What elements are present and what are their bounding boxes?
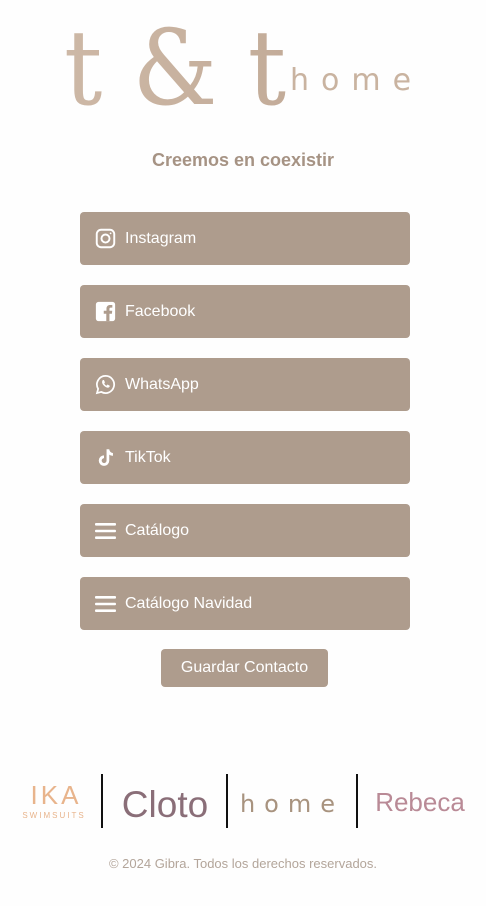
brand-ika-name: IKA	[31, 780, 82, 810]
page: t & t home Creemos en coexistir Instagra…	[0, 0, 486, 906]
brand-home: home	[240, 790, 344, 818]
menu-icon	[94, 520, 116, 542]
logo-mark: t & t	[64, 10, 286, 120]
brand-strip: IKA SWIMSUITS Cloto home Rebeca	[22, 774, 465, 828]
logo-word: home	[290, 63, 423, 98]
instagram-button[interactable]: Instagram	[80, 212, 410, 265]
facebook-icon	[94, 301, 116, 323]
whatsapp-button[interactable]: WhatsApp	[80, 358, 410, 411]
whatsapp-label: WhatsApp	[125, 375, 199, 393]
tagline: Creemos en coexistir	[151, 150, 335, 170]
tiktok-button[interactable]: TikTok	[80, 431, 410, 484]
christmas-catalog-label: Catálogo Navidad	[125, 594, 253, 612]
christmas-catalog-button[interactable]: Catálogo Navidad	[80, 577, 410, 630]
facebook-label: Facebook	[125, 302, 196, 320]
catalog-button[interactable]: Catálogo	[80, 504, 410, 557]
link-list: Instagram Facebook WhatsApp TikTok Catál…	[80, 212, 410, 650]
brand-ika-sub: SWIMSUITS	[22, 811, 85, 820]
brand-logo: t & t home	[64, 10, 423, 120]
instagram-label: Instagram	[125, 229, 197, 247]
menu-icon	[94, 593, 116, 615]
save-contact-button[interactable]: Guardar Contacto	[161, 649, 328, 687]
copyright-footer: © 2024 Gibra. Todos los derechos reserva…	[108, 856, 378, 871]
instagram-icon	[94, 228, 116, 250]
brand-cloto: Cloto	[122, 784, 208, 825]
catalog-label: Catálogo	[125, 521, 190, 539]
tiktok-icon	[94, 447, 116, 469]
brand-rebeca: Rebeca	[375, 787, 465, 817]
whatsapp-icon	[94, 374, 116, 396]
brand-ika: IKA SWIMSUITS	[22, 780, 85, 820]
tiktok-label: TikTok	[125, 448, 171, 466]
facebook-button[interactable]: Facebook	[80, 285, 410, 338]
